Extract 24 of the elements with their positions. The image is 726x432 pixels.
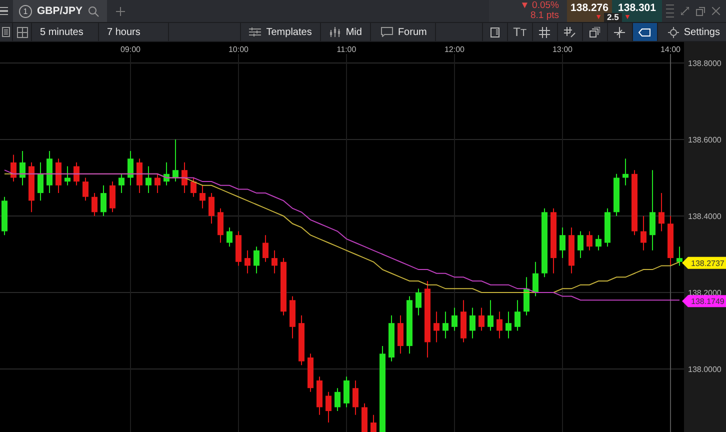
tab-number: 1 xyxy=(19,4,32,18)
y-axis-label: 138.0000 xyxy=(688,364,722,374)
x-axis-label: 13:00 xyxy=(552,45,573,54)
text-size-button[interactable]: TT xyxy=(508,23,533,41)
x-axis-label: 12:00 xyxy=(444,45,465,54)
forum-button[interactable]: Forum xyxy=(370,23,436,41)
price-tag: 138.1749 xyxy=(682,295,726,308)
tab-label: GBP/JPY xyxy=(37,5,83,17)
y-axis-label: 138.4000 xyxy=(688,212,722,221)
price-type-button[interactable]: Mid xyxy=(320,23,371,41)
x-axis-label: 09:00 xyxy=(120,45,141,54)
interval-dropdown[interactable]: 5 minutes xyxy=(32,23,99,41)
x-axis-label: 14:00 xyxy=(660,45,681,54)
instrument-tab[interactable]: 1 GBP/JPY xyxy=(13,0,107,22)
range-dropdown[interactable]: 7 hours xyxy=(99,23,169,41)
change-points: 8.1 pts xyxy=(530,11,559,21)
spread-value: 2.5 xyxy=(604,13,622,22)
x-axis-label: 10:00 xyxy=(228,45,249,54)
templates-button[interactable]: Templates xyxy=(241,23,321,41)
x-axis-label: 11:00 xyxy=(336,45,356,54)
y-axis-label: 138.8000 xyxy=(688,59,722,68)
change-percent: ▼ 0.05% xyxy=(520,1,559,11)
settings-button[interactable]: Settings xyxy=(658,23,726,41)
y-axis-label: 138.6000 xyxy=(688,135,722,144)
